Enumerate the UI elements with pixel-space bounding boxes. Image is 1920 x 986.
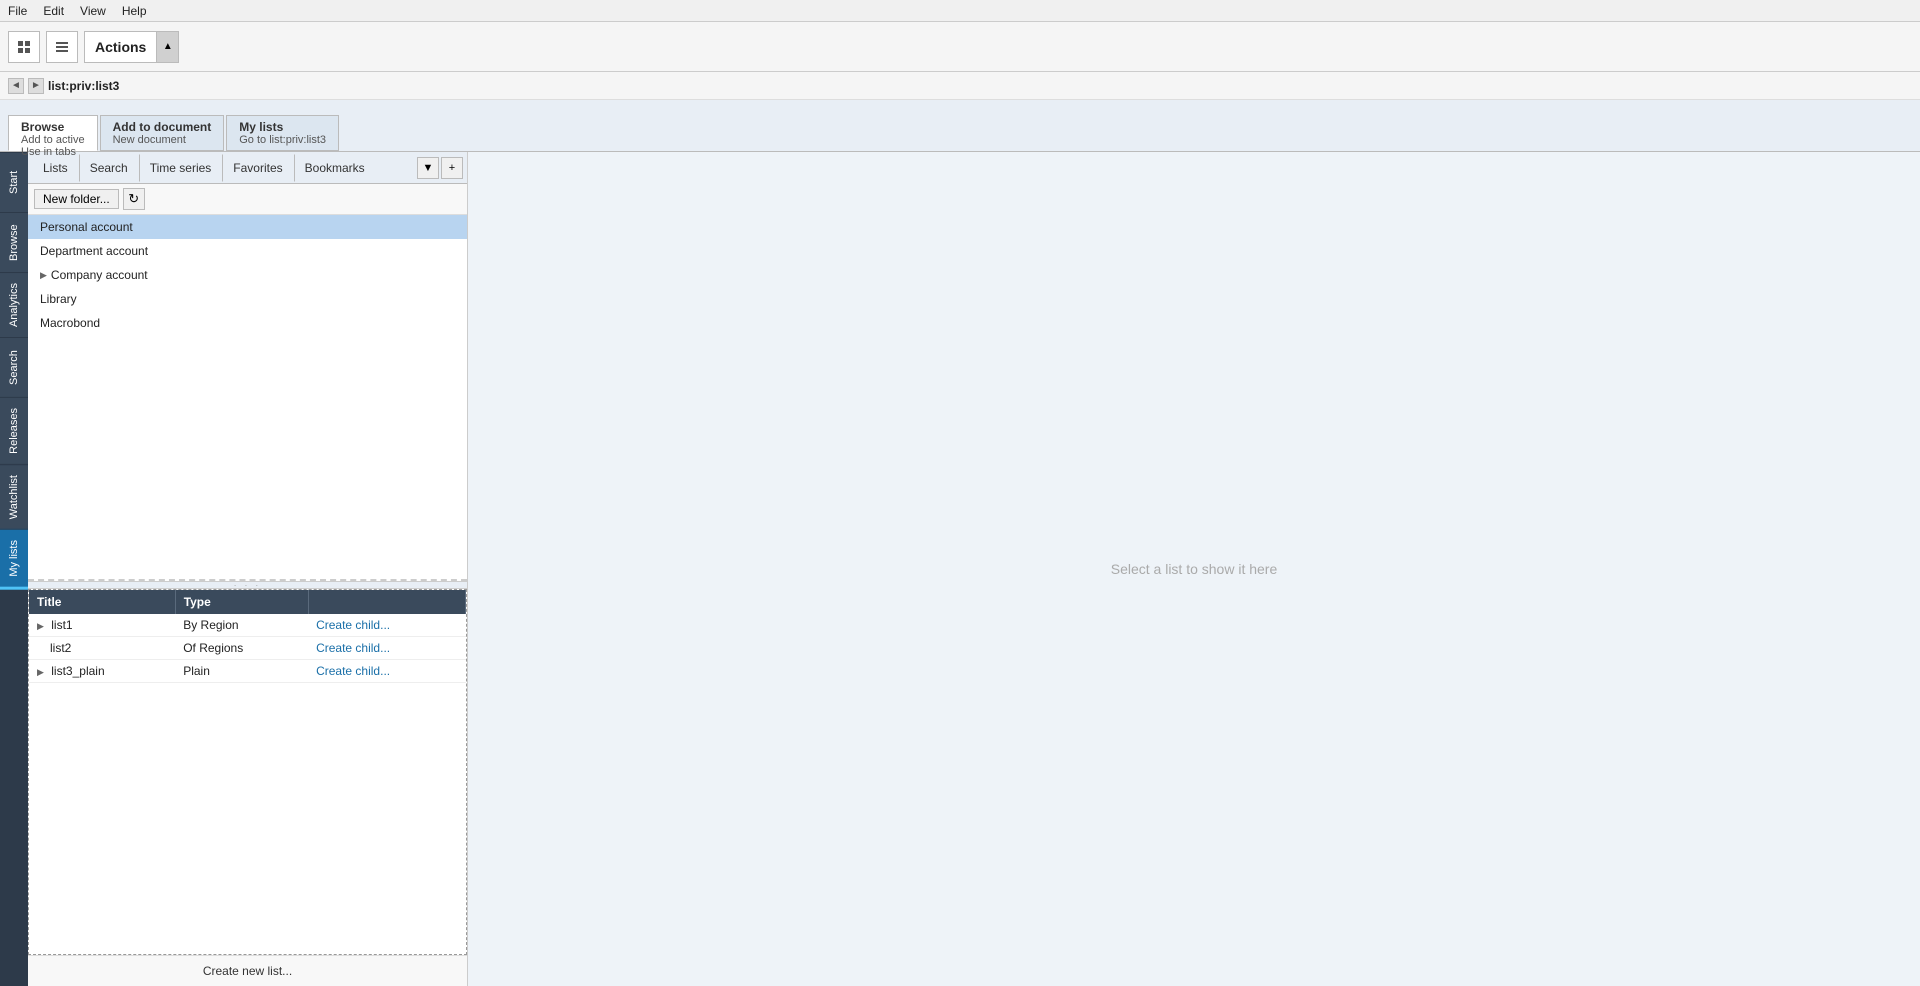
col-type: Type — [175, 590, 308, 614]
toolbar-icon-2[interactable] — [46, 31, 78, 63]
menu-edit[interactable]: Edit — [43, 4, 64, 18]
row3-expand-icon[interactable]: ▶ — [37, 667, 44, 677]
path-bar: ◄ ► list:priv:list3 — [0, 72, 1920, 100]
sidebar-item-mylists[interactable]: My lists — [0, 529, 28, 590]
menu-bar: File Edit View Help — [0, 0, 1920, 22]
row2-title: list2 — [29, 637, 175, 660]
tab-browse-label: Browse — [21, 120, 64, 134]
tab-group: Browse Add to active Use in tabs Add to … — [0, 100, 1920, 152]
sidebar-item-search[interactable]: Search — [0, 337, 28, 397]
row3-type: Plain — [175, 660, 308, 683]
tab-add-label: Add to document — [113, 120, 212, 134]
folder-item-macrobond[interactable]: Macrobond — [28, 311, 467, 335]
select-list-hint: Select a list to show it here — [1111, 561, 1278, 577]
sidebar-item-browse[interactable]: Browse — [0, 212, 28, 272]
menu-view[interactable]: View — [80, 4, 106, 18]
main-content: Start Browse Analytics Search Releases W… — [0, 152, 1920, 986]
row3-action[interactable]: Create child... — [308, 660, 465, 683]
folder-item-personal[interactable]: Personal account — [28, 215, 467, 239]
sidebar-item-analytics[interactable]: Analytics — [0, 272, 28, 337]
col-action — [308, 590, 465, 614]
current-path: list:priv:list3 — [48, 79, 119, 93]
tab-browse-sub: Add to active Use in tabs — [21, 134, 85, 158]
table-row: ▶ list1 By Region Create child... — [29, 614, 466, 637]
nav-forward-button[interactable]: ► — [28, 78, 44, 94]
actions-button[interactable]: Actions ▲ — [84, 31, 179, 63]
row1-title: ▶ list1 — [29, 614, 175, 637]
refresh-button[interactable]: ↻ — [123, 188, 145, 210]
tab-mylists-sub: Go to list:priv:list3 — [239, 134, 326, 146]
sidebar-item-releases[interactable]: Releases — [0, 397, 28, 464]
folder-item-library[interactable]: Library — [28, 287, 467, 311]
toolbar: Actions ▲ — [0, 22, 1920, 72]
table-area: Title Type ▶ list1 By Region Create chil… — [28, 589, 467, 955]
panel-tab-favorites[interactable]: Favorites — [222, 154, 293, 182]
row1-action[interactable]: Create child... — [308, 614, 465, 637]
tab-my-lists[interactable]: My lists Go to list:priv:list3 — [226, 115, 339, 151]
folder-tree: Personal account Department account ▶ Co… — [28, 215, 467, 581]
tab-browse[interactable]: Browse Add to active Use in tabs — [8, 115, 98, 151]
table-row: ▶ list3_plain Plain Create child... — [29, 660, 466, 683]
vertical-nav: Start Browse Analytics Search Releases W… — [0, 152, 28, 986]
panel-add-button[interactable]: + — [441, 157, 463, 179]
col-title: Title — [29, 590, 175, 614]
table-row: list2 Of Regions Create child... — [29, 637, 466, 660]
row1-type: By Region — [175, 614, 308, 637]
row2-action[interactable]: Create child... — [308, 637, 465, 660]
panel-tab-timeseries[interactable]: Time series — [139, 154, 223, 182]
panel-tab-search[interactable]: Search — [79, 154, 139, 182]
tab-add-to-document[interactable]: Add to document New document — [100, 115, 225, 151]
menu-help[interactable]: Help — [122, 4, 147, 18]
row3-title: ▶ list3_plain — [29, 660, 175, 683]
tab-add-sub: New document — [113, 134, 186, 146]
sidebar-item-watchlist[interactable]: Watchlist — [0, 464, 28, 529]
folder-item-company[interactable]: ▶ Company account — [28, 263, 467, 287]
create-new-list-button[interactable]: Create new list... — [28, 955, 467, 986]
row2-type: Of Regions — [175, 637, 308, 660]
menu-file[interactable]: File — [8, 4, 27, 18]
panel-dropdown-button[interactable]: ▼ — [417, 157, 439, 179]
nav-back-button[interactable]: ◄ — [8, 78, 24, 94]
sidebar-item-start[interactable]: Start — [0, 152, 28, 212]
expand-icon: ▶ — [40, 270, 47, 281]
actions-dropdown-arrow[interactable]: ▲ — [156, 32, 178, 62]
tab-mylists-label: My lists — [239, 120, 283, 134]
folder-toolbar: New folder... ↻ — [28, 184, 467, 215]
panel-tab-bookmarks[interactable]: Bookmarks — [294, 154, 376, 182]
resize-handle[interactable]: · · · — [28, 581, 467, 589]
new-folder-button[interactable]: New folder... — [34, 189, 119, 209]
panel-area: Lists Search Time series Favorites Bookm… — [28, 152, 468, 986]
panel-tabs: Lists Search Time series Favorites Bookm… — [28, 152, 467, 184]
folder-item-department[interactable]: Department account — [28, 239, 467, 263]
row1-expand-icon[interactable]: ▶ — [37, 621, 44, 631]
right-content-area: Select a list to show it here — [468, 152, 1920, 986]
actions-label: Actions — [85, 39, 156, 55]
toolbar-icon-1[interactable] — [8, 31, 40, 63]
lists-table: Title Type ▶ list1 By Region Create chil… — [29, 590, 466, 683]
folder-item-company-label: Company account — [51, 268, 148, 282]
